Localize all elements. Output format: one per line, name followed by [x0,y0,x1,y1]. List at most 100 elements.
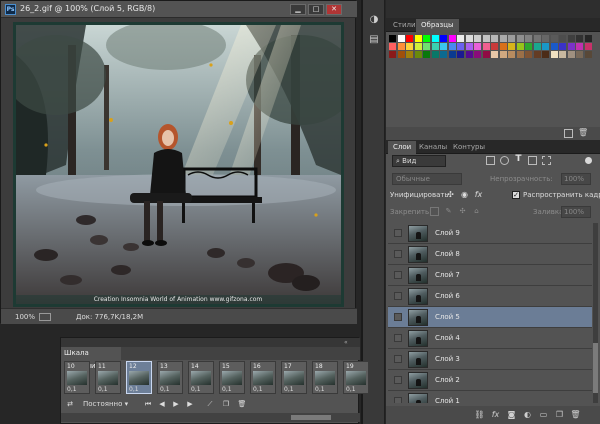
animation-frame[interactable]: 17 0,1 [281,361,307,394]
swatch[interactable] [389,35,396,42]
swatch[interactable] [525,35,532,42]
visibility-toggle[interactable] [394,313,402,321]
swatch[interactable] [406,51,413,58]
swatch[interactable] [516,35,524,42]
swatch[interactable] [482,35,490,42]
swatch[interactable] [559,51,566,58]
swatch[interactable] [559,35,566,42]
link-icon[interactable]: ⛓ [474,409,485,420]
swatch[interactable] [448,51,456,58]
swatch[interactable] [533,51,541,58]
layer-row[interactable]: Слой 9 [388,223,592,244]
convert-icon[interactable]: ⇄ [65,399,75,409]
swatch[interactable] [397,43,405,50]
type-filter-icon[interactable]: T [514,155,523,165]
animation-frame[interactable]: 19 0,1 [343,361,369,394]
unify-visibility-icon[interactable]: ◉ [459,190,470,200]
swatch[interactable] [491,35,498,42]
swatch[interactable] [508,51,515,58]
swatch[interactable] [465,43,473,50]
layer-row[interactable]: Слой 2 [388,370,592,391]
propagate-frame-checkbox[interactable]: ✓ [512,191,520,199]
swatch[interactable] [533,43,541,50]
swatch[interactable] [465,35,473,42]
lock-pixels-icon[interactable]: ✎ [444,207,453,216]
lock-transparent-icon[interactable] [430,207,439,216]
swatch[interactable] [508,43,515,50]
swatch[interactable] [440,43,447,50]
swatch[interactable] [448,43,456,50]
animation-frame[interactable]: 15 0,1 [219,361,245,394]
new-layer-icon[interactable]: ❐ [554,409,565,420]
swatch[interactable] [457,35,464,42]
swatch[interactable] [516,51,524,58]
layer-row[interactable]: Слой 1 [388,391,592,403]
swatch[interactable] [567,35,575,42]
animation-frame[interactable]: 16 0,1 [250,361,276,394]
tab-channels[interactable]: Каналы [414,141,452,154]
animation-frame[interactable]: 10 0,1 [64,361,90,394]
layer-row[interactable]: Слой 8 [388,244,592,265]
opacity-input[interactable]: 100% [561,173,591,185]
visibility-toggle[interactable] [394,292,402,300]
swatch[interactable] [567,51,575,58]
lock-all-icon[interactable]: ⌂ [472,207,481,216]
swatch[interactable] [414,35,422,42]
swatch[interactable] [440,51,447,58]
swatch[interactable] [431,35,439,42]
tab-layers[interactable]: Слои [388,141,417,154]
frame-delay[interactable]: 0,1 [222,386,232,393]
swatch[interactable] [533,35,541,42]
tab-paths[interactable]: Контуры [448,141,490,154]
swatch[interactable] [440,35,447,42]
swatch[interactable] [584,43,592,50]
swatch[interactable] [525,51,532,58]
animation-frame[interactable]: 18 0,1 [312,361,338,394]
frame-delay[interactable]: 0,1 [284,386,294,393]
mask-icon[interactable]: ◙ [506,409,517,420]
minimize-button[interactable]: ▁ [290,4,306,15]
swatch[interactable] [465,51,473,58]
swatch[interactable] [423,51,430,58]
swatch[interactable] [584,51,592,58]
swatch[interactable] [397,51,405,58]
duplicate-frame-icon[interactable]: ❐ [221,399,231,409]
frame-delay[interactable]: 0,1 [67,386,77,393]
swatch[interactable] [389,43,396,50]
fill-input[interactable]: 100% [561,206,591,218]
swatch[interactable] [474,43,481,50]
swatch[interactable] [491,43,498,50]
swatch[interactable] [474,51,481,58]
status-menu-icon[interactable] [39,313,51,321]
color-picker-icon[interactable]: ◑ [368,14,380,26]
image-canvas[interactable]: Creation Insomnia World of Animation www… [16,25,341,304]
swatch[interactable] [457,51,464,58]
new-swatch-icon[interactable] [564,129,573,138]
trash-icon[interactable]: 🗑 [578,128,588,138]
timeline-scrollbar[interactable] [61,413,360,422]
swatch[interactable] [474,35,481,42]
smart-object-filter-icon[interactable] [542,156,551,165]
swatch[interactable] [482,51,490,58]
tab-swatches[interactable]: Образцы [416,19,459,32]
loop-select[interactable]: Постоянно ▾ [83,399,131,409]
visibility-toggle[interactable] [394,250,402,258]
first-frame-icon[interactable]: ⏮ [143,399,153,409]
swatch[interactable] [525,43,532,50]
lock-position-icon[interactable]: ✣ [458,207,467,216]
swatch[interactable] [457,43,464,50]
swatch[interactable] [576,51,583,58]
document-titlebar[interactable]: Ps 26_2.gif @ 100% (Слой 5, RGB/8) ▁ □ ✕ [1,1,357,18]
previous-frame-icon[interactable]: ◀ [157,399,167,409]
frame-delay[interactable]: 0,1 [315,386,325,393]
visibility-toggle[interactable] [394,334,402,342]
swatch[interactable] [448,35,456,42]
swatch[interactable] [584,35,592,42]
frame-delay[interactable]: 0,1 [346,386,356,393]
next-frame-icon[interactable]: ▶ [185,399,195,409]
tween-icon[interactable]: ⟋ [205,399,215,409]
swatch[interactable] [576,43,583,50]
visibility-toggle[interactable] [394,229,402,237]
swatch[interactable] [542,35,549,42]
visibility-toggle[interactable] [394,271,402,279]
